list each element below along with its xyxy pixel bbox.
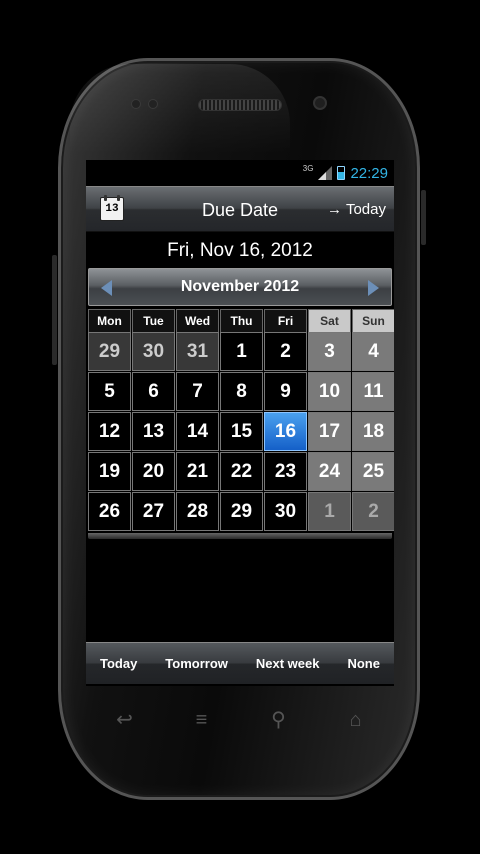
day-cell[interactable]: 18 (352, 412, 394, 451)
calendar-days: 29 30 31 1 2 3 4 5 6 7 8 9 10 11 12 13 14 15 16 17 18 19 20 21 2… (88, 332, 394, 531)
weekday-label: Sat (308, 309, 351, 333)
proximity-sensor (131, 99, 141, 109)
day-cell[interactable]: 14 (176, 412, 219, 451)
quick-today-button[interactable]: Today (100, 656, 137, 671)
earpiece-speaker (198, 99, 282, 111)
day-cell[interactable]: 1 (308, 492, 351, 531)
day-cell[interactable]: 13 (132, 412, 175, 451)
go-today-label: Today (345, 201, 386, 218)
day-cell[interactable]: 2 (264, 332, 307, 371)
screen: 3G 22:29 13 Due Date → Today Fri, Nov 16… (86, 160, 394, 686)
day-cell[interactable]: 7 (176, 372, 219, 411)
day-cell[interactable]: 1 (220, 332, 263, 371)
selected-day-cell[interactable]: 16 (264, 412, 307, 451)
search-icon[interactable]: ⚲ (264, 708, 294, 732)
day-cell[interactable]: 28 (176, 492, 219, 531)
day-cell[interactable]: 8 (220, 372, 263, 411)
battery-icon (337, 166, 346, 180)
day-cell[interactable]: 2 (352, 492, 394, 531)
month-navigation: November 2012 (88, 268, 392, 306)
day-cell[interactable]: 19 (88, 452, 131, 491)
day-cell[interactable]: 26 (88, 492, 131, 531)
day-cell[interactable]: 6 (132, 372, 175, 411)
calendar-grid: Mon Tue Wed Thu Fri Sat Sun 29 30 31 1 2 3 4 5 6 7 8 9 10 1… (88, 309, 394, 539)
home-icon[interactable]: ⌂ (341, 708, 371, 732)
status-clock: 22:29 (350, 164, 388, 182)
day-cell[interactable]: 11 (352, 372, 394, 411)
quick-select-bar: Today Tomorrow Next week None (86, 642, 394, 684)
selected-date: Fri, Nov 16, 2012 (167, 240, 313, 261)
arrow-right-icon: → (326, 201, 342, 218)
day-cell[interactable]: 31 (176, 332, 219, 371)
day-cell[interactable]: 12 (88, 412, 131, 451)
day-cell[interactable]: 30 (264, 492, 307, 531)
grid-bottom-edge (88, 533, 392, 539)
day-cell[interactable]: 4 (352, 332, 394, 371)
weekday-label: Tue (132, 309, 175, 333)
day-cell[interactable]: 5 (88, 372, 131, 411)
front-camera (313, 96, 327, 110)
day-cell[interactable]: 29 (88, 332, 131, 371)
go-today-button[interactable]: → Today (327, 201, 386, 218)
hardware-nav-keys: ↩ ≡ ⚲ ⌂ (86, 700, 394, 740)
day-cell[interactable]: 21 (176, 452, 219, 491)
weekday-label: Wed (176, 309, 219, 333)
day-cell[interactable]: 9 (264, 372, 307, 411)
volume-button (52, 255, 57, 365)
day-cell[interactable]: 20 (132, 452, 175, 491)
weekday-label: Sun (352, 309, 394, 333)
day-cell[interactable]: 10 (308, 372, 351, 411)
day-cell[interactable]: 30 (132, 332, 175, 371)
quick-next-week-button[interactable]: Next week (256, 656, 320, 671)
weekday-header: Mon Tue Wed Thu Fri Sat Sun (88, 309, 394, 333)
power-button (421, 190, 426, 245)
day-cell[interactable]: 23 (264, 452, 307, 491)
weekday-label: Mon (88, 309, 131, 333)
day-cell[interactable]: 25 (352, 452, 394, 491)
day-cell[interactable]: 22 (220, 452, 263, 491)
light-sensor (148, 99, 158, 109)
day-cell[interactable]: 17 (308, 412, 351, 451)
day-cell[interactable]: 15 (220, 412, 263, 451)
day-cell[interactable]: 29 (220, 492, 263, 531)
back-icon[interactable]: ↩ (110, 708, 140, 732)
signal-icon (318, 166, 333, 180)
next-month-icon[interactable] (368, 280, 379, 296)
weekday-label: Fri (264, 309, 307, 333)
day-cell[interactable]: 24 (308, 452, 351, 491)
weekday-label: Thu (220, 309, 263, 333)
menu-icon[interactable]: ≡ (187, 708, 217, 732)
quick-tomorrow-button[interactable]: Tomorrow (165, 656, 228, 671)
day-cell[interactable]: 27 (132, 492, 175, 531)
quick-none-button[interactable]: None (347, 656, 380, 671)
title-bar: 13 Due Date → Today (86, 186, 394, 232)
status-bar: 3G 22:29 (86, 160, 394, 186)
day-cell[interactable]: 3 (308, 332, 351, 371)
month-label: November 2012 (180, 278, 300, 295)
network-type: 3G (302, 163, 314, 173)
